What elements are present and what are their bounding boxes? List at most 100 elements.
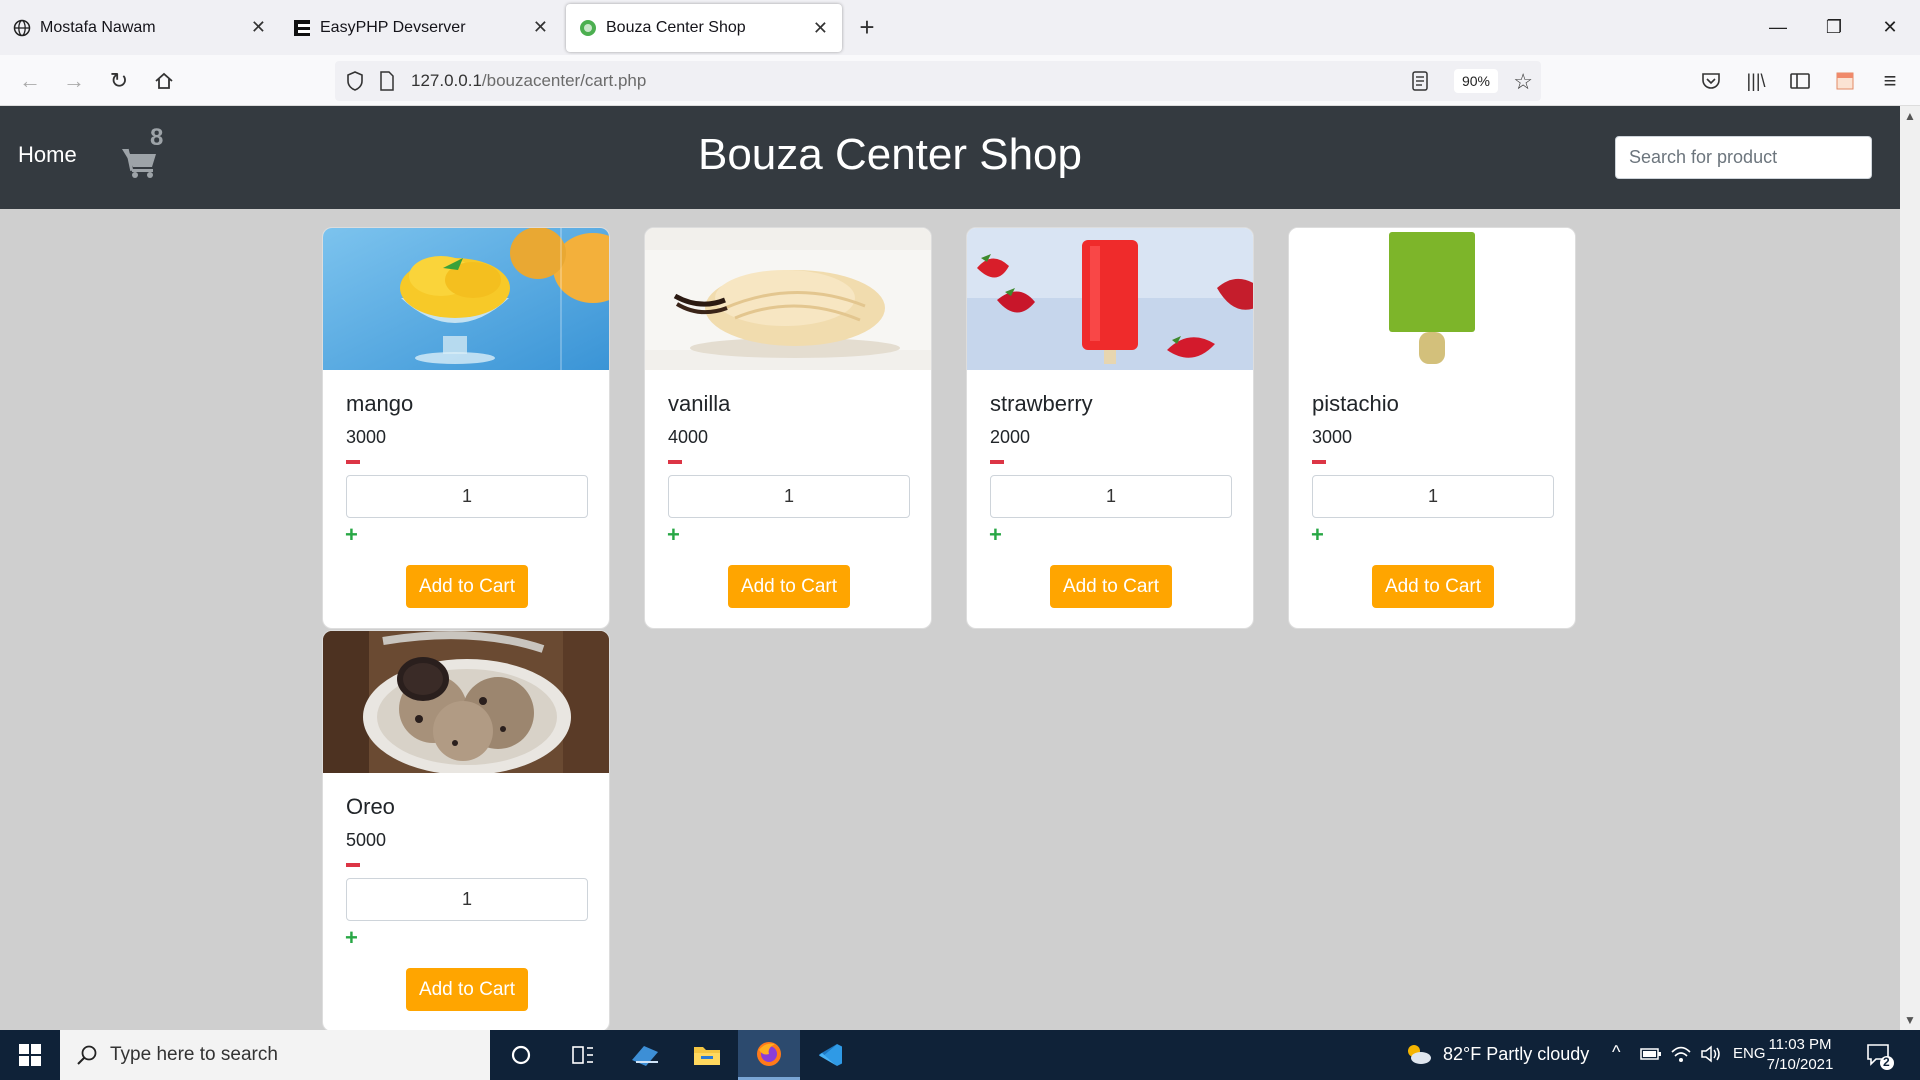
increase-quantity-button[interactable]: +	[667, 524, 680, 546]
globe-icon	[12, 18, 32, 38]
extension-icon[interactable]	[1829, 65, 1861, 97]
vscode-taskbar-icon[interactable]	[800, 1030, 862, 1080]
decrease-quantity-button[interactable]	[1312, 460, 1326, 464]
scroll-down-icon[interactable]: ▼	[1900, 1010, 1920, 1030]
close-tab-icon[interactable]: ✕	[533, 17, 548, 38]
url-path: /bouzacenter/cart.php	[481, 71, 647, 90]
site-icon	[578, 18, 598, 38]
taskbar-search-placeholder: Type here to search	[110, 1044, 278, 1065]
add-to-cart-button[interactable]: Add to Cart	[406, 968, 528, 1011]
home-icon[interactable]	[148, 65, 180, 97]
restore-icon[interactable]: ❐	[1806, 0, 1862, 55]
url-bar[interactable]: 127.0.0.1/bouzacenter/cart.php 90% ☆	[335, 61, 1541, 101]
decrease-quantity-button[interactable]	[668, 460, 682, 464]
menu-icon[interactable]: ≡	[1874, 65, 1906, 97]
clock-time: 11:03 PM	[1768, 1036, 1832, 1053]
cart-button[interactable]: 8	[122, 124, 182, 186]
taskbar-clock[interactable]: 11:03 PM 7/10/2021	[1755, 1035, 1845, 1075]
cortana-icon[interactable]	[490, 1030, 552, 1080]
show-hidden-icons-icon[interactable]: ^	[1612, 1042, 1620, 1063]
decrease-quantity-button[interactable]	[346, 460, 360, 464]
wifi-icon[interactable]	[1670, 1044, 1692, 1069]
add-to-cart-button[interactable]: Add to Cart	[406, 565, 528, 608]
product-image-pistachio	[1289, 228, 1575, 370]
product-card-strawberry: strawberry 2000 + Add to Cart	[966, 227, 1254, 629]
windows-start-icon[interactable]	[0, 1030, 60, 1080]
volume-icon[interactable]	[1700, 1044, 1722, 1069]
bookmark-star-icon[interactable]: ☆	[1513, 69, 1533, 95]
reload-icon[interactable]: ↻	[103, 65, 135, 97]
product-card-oreo: Oreo 5000 + Add to Cart	[322, 630, 610, 1030]
forward-icon[interactable]: →	[58, 65, 90, 97]
quantity-input[interactable]	[346, 475, 588, 518]
tab-easyphp[interactable]: EasyPHP Devserver ✕	[280, 0, 562, 55]
increase-quantity-button[interactable]: +	[989, 524, 1002, 546]
product-image-oreo	[323, 631, 609, 773]
increase-quantity-button[interactable]: +	[345, 524, 358, 546]
product-price: 2000	[990, 427, 1031, 447]
increase-quantity-button[interactable]: +	[1311, 524, 1324, 546]
sidebar-icon[interactable]	[1784, 65, 1816, 97]
product-card-vanilla: vanilla 4000 + Add to Cart	[644, 227, 932, 629]
home-link[interactable]: Home	[18, 142, 77, 168]
battery-icon[interactable]	[1640, 1046, 1662, 1067]
tab-bouza-center-shop[interactable]: Bouza Center Shop ✕	[566, 4, 842, 52]
close-tab-icon[interactable]: ✕	[813, 18, 828, 39]
notifications-icon[interactable]: 2	[1866, 1042, 1894, 1075]
increase-quantity-button[interactable]: +	[345, 927, 358, 949]
product-name: mango	[346, 391, 414, 416]
quantity-input[interactable]	[990, 475, 1232, 518]
pocket-icon[interactable]	[1695, 65, 1727, 97]
easyphp-icon	[292, 18, 312, 38]
product-name: pistachio	[1312, 391, 1399, 416]
add-to-cart-button[interactable]: Add to Cart	[1050, 565, 1172, 608]
close-tab-icon[interactable]: ✕	[251, 17, 266, 38]
quantity-input[interactable]	[1312, 475, 1554, 518]
weather-text[interactable]: 82°F Partly cloudy	[1443, 1044, 1589, 1065]
easyphp-taskbar-icon[interactable]	[614, 1030, 676, 1080]
notification-count: 2	[1883, 1055, 1890, 1069]
decrease-quantity-button[interactable]	[990, 460, 1004, 464]
product-search-input[interactable]	[1615, 136, 1872, 179]
task-view-icon[interactable]	[552, 1030, 614, 1080]
tab-mostafa-nawam[interactable]: Mostafa Nawam ✕	[0, 0, 280, 55]
library-icon[interactable]: |||\	[1740, 65, 1772, 97]
product-image-vanilla	[645, 228, 931, 370]
product-name: strawberry	[990, 391, 1093, 416]
new-tab-icon[interactable]: +	[842, 0, 892, 55]
zoom-level-button[interactable]: 90%	[1454, 69, 1498, 93]
page-scrollbar[interactable]: ▲ ▼	[1900, 106, 1920, 1030]
browser-tab-bar: Mostafa Nawam ✕ EasyPHP Devserver ✕ Bouz…	[0, 0, 1920, 55]
browser-nav-bar: ← → ↻ 127.0.0.1/bouzacenter/cart.php 90%…	[0, 55, 1920, 106]
decrease-quantity-button[interactable]	[346, 863, 360, 867]
shield-icon[interactable]	[345, 70, 365, 97]
url-text[interactable]: 127.0.0.1/bouzacenter/cart.php	[411, 71, 646, 91]
firefox-taskbar-icon[interactable]	[738, 1030, 800, 1080]
reader-view-icon[interactable]	[1411, 71, 1429, 96]
file-explorer-icon[interactable]	[676, 1030, 738, 1080]
minimize-icon[interactable]: —	[1750, 0, 1806, 55]
tab-title: EasyPHP Devserver	[320, 18, 466, 36]
tab-title: Mostafa Nawam	[40, 18, 156, 36]
quantity-input[interactable]	[668, 475, 910, 518]
add-to-cart-button[interactable]: Add to Cart	[728, 565, 850, 608]
product-card-mango: mango 3000 + Add to Cart	[322, 227, 610, 629]
page-content: Home 8 Bouza Center Shop Search for prod…	[0, 106, 1900, 1030]
product-name: vanilla	[668, 391, 731, 416]
product-price: 4000	[668, 427, 709, 447]
weather-icon[interactable]	[1404, 1042, 1432, 1071]
close-window-icon[interactable]: ✕	[1862, 0, 1918, 55]
url-host: 127.0.0.1	[411, 71, 482, 90]
product-price: 5000	[346, 830, 387, 850]
product-price: 3000	[346, 427, 387, 447]
quantity-input[interactable]	[346, 878, 588, 921]
clock-date: 7/10/2021	[1766, 1056, 1834, 1073]
taskbar: Type here to search 82°F Partly cloudy ^…	[0, 1030, 1920, 1080]
taskbar-search-box[interactable]: Type here to search	[60, 1030, 490, 1080]
back-icon[interactable]: ←	[14, 65, 46, 97]
product-image-strawberry	[967, 228, 1253, 370]
product-price: 3000	[1312, 427, 1353, 447]
product-card-pistachio: pistachio 3000 + Add to Cart	[1288, 227, 1576, 629]
scroll-up-icon[interactable]: ▲	[1900, 106, 1920, 126]
add-to-cart-button[interactable]: Add to Cart	[1372, 565, 1494, 608]
